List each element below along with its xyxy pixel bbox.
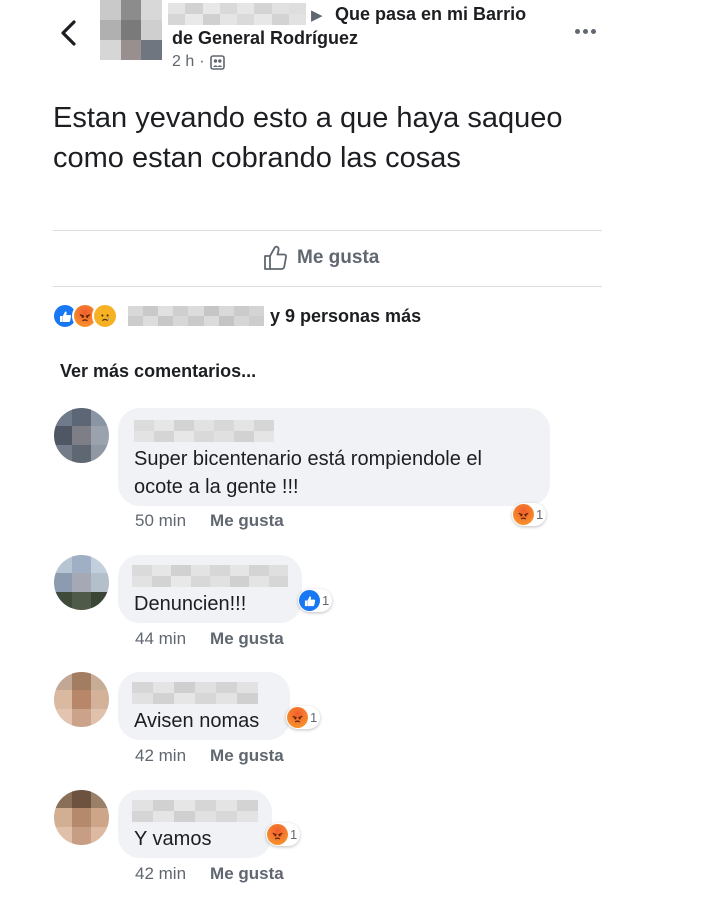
reactions-summary[interactable]: y 9 personas más (52, 303, 421, 329)
reactors-names-redacted (128, 306, 264, 326)
commenter-name-redacted[interactable] (132, 800, 258, 822)
comment-like-button[interactable]: Me gusta (210, 511, 284, 531)
reaction-count: 1 (310, 710, 318, 725)
divider-bottom (53, 286, 602, 287)
sad-reaction-icon (92, 303, 118, 329)
more-options-icon (574, 28, 580, 34)
comment-time[interactable]: 50 min (135, 511, 186, 531)
comment-reaction-badge[interactable]: 1 (512, 503, 547, 526)
commenter-avatar[interactable] (54, 790, 109, 845)
comment-text: Denuncien!!! (134, 593, 247, 615)
comment-like-button[interactable]: Me gusta (210, 746, 284, 766)
comment-text: Avisen nomas (134, 710, 260, 732)
meta-separator: · (199, 53, 205, 70)
comment-time[interactable]: 42 min (135, 864, 186, 884)
group-name-line2[interactable]: de General Rodríguez (172, 28, 358, 49)
comment-meta: 50 min Me gusta (135, 511, 284, 531)
post-meta: 2 h · (172, 53, 225, 71)
angry-reaction-icon (267, 824, 288, 845)
comment-meta: 42 min Me gusta (135, 864, 284, 884)
author-name-redacted[interactable] (168, 3, 306, 25)
view-more-comments-link[interactable]: Ver más comentarios... (60, 361, 256, 382)
comment-bubble[interactable]: Y vamos (118, 790, 272, 858)
commenter-name-redacted[interactable] (134, 420, 274, 442)
reaction-count: 1 (322, 593, 330, 608)
thumbs-up-icon (264, 245, 287, 270)
comment-bubble[interactable]: Avisen nomas (118, 672, 290, 740)
comment-reaction-badge[interactable]: 1 (266, 823, 301, 846)
post-text: Estan yevando esto a que haya saqueo com… (53, 102, 563, 174)
commenter-name-redacted[interactable] (132, 565, 288, 587)
commenter-avatar[interactable] (54, 408, 109, 463)
comment-time[interactable]: 42 min (135, 746, 186, 766)
comment-reaction-badge[interactable]: 1 (298, 589, 333, 612)
comment-meta: 42 min Me gusta (135, 746, 284, 766)
divider-top (53, 230, 602, 231)
commenter-name-redacted[interactable] (132, 682, 258, 704)
more-options-button[interactable] (568, 20, 602, 42)
share-arrow-icon: ▶ (311, 7, 323, 24)
comment-bubble[interactable]: Denuncien!!! (118, 555, 302, 623)
comment-bubble[interactable]: Super bicentenario está rompiendole el o… (118, 408, 550, 506)
group-audience-icon (209, 54, 225, 70)
like-label: Me gusta (297, 246, 380, 268)
comment-like-button[interactable]: Me gusta (210, 864, 284, 884)
reactions-others-count[interactable]: y 9 personas más (270, 306, 421, 327)
like-button[interactable]: Me gusta (262, 244, 379, 271)
reaction-count: 1 (536, 507, 544, 522)
like-reaction-icon (299, 590, 320, 611)
angry-reaction-icon (287, 707, 308, 728)
comment-text: Super bicentenario está rompiendole el (134, 448, 482, 470)
chevron-left-icon (61, 20, 76, 46)
angry-reaction-icon (513, 504, 534, 525)
comment-like-button[interactable]: Me gusta (210, 629, 284, 649)
group-name-line1[interactable]: Que pasa en mi Barrio (335, 4, 526, 25)
reaction-count: 1 (290, 827, 298, 842)
comment-text: Y vamos (134, 828, 212, 850)
comment-reaction-badge[interactable]: 1 (286, 706, 321, 729)
commenter-avatar[interactable] (54, 672, 109, 727)
comment-text-line2: ocote a la gente !!! (134, 476, 299, 498)
author-avatar[interactable] (100, 0, 162, 60)
commenter-avatar[interactable] (54, 555, 109, 610)
comment-time[interactable]: 44 min (135, 629, 186, 649)
comment-meta: 44 min Me gusta (135, 629, 284, 649)
post-time[interactable]: 2 h (172, 53, 194, 71)
back-button[interactable] (52, 16, 86, 50)
